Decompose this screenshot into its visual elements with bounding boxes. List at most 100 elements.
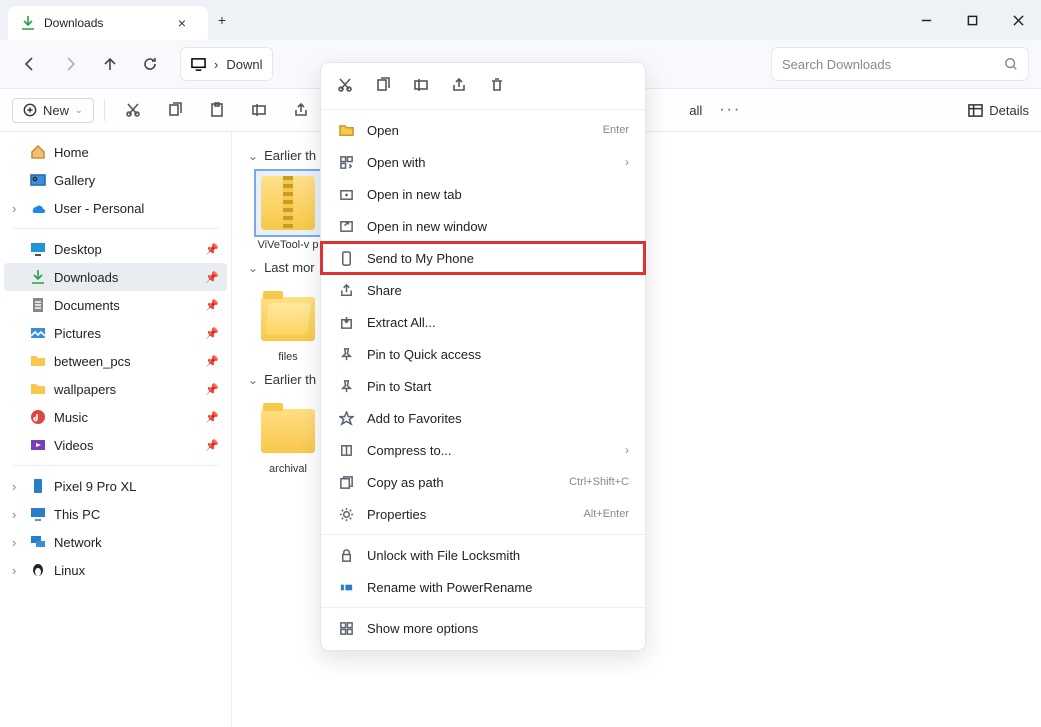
sidebar-label: Gallery bbox=[54, 173, 95, 188]
menu-item-show-more[interactable]: Show more options bbox=[321, 612, 645, 644]
select-all-text[interactable]: all bbox=[689, 103, 702, 118]
file-item-archival[interactable]: archival bbox=[248, 395, 328, 476]
new-tab-button[interactable]: + bbox=[208, 12, 236, 28]
address-bar[interactable]: › Downl bbox=[180, 47, 273, 81]
more-button[interactable]: ··· bbox=[712, 94, 748, 126]
cut-button[interactable] bbox=[115, 94, 151, 126]
menu-item-open[interactable]: Open Enter bbox=[321, 114, 645, 146]
pin-icon: 📌 bbox=[205, 243, 219, 256]
menu-item-new-window[interactable]: Open in new window bbox=[321, 210, 645, 242]
menu-item-copy-path[interactable]: Copy as path Ctrl+Shift+C bbox=[321, 466, 645, 498]
pin-icon: 📌 bbox=[205, 355, 219, 368]
sidebar-item-linux[interactable]: Linux bbox=[4, 556, 227, 584]
folder-icon bbox=[30, 353, 46, 369]
navigation-pane: Home Gallery User - Personal Desktop 📌 D… bbox=[0, 132, 232, 727]
details-icon bbox=[968, 103, 983, 118]
sidebar-label: Pixel 9 Pro XL bbox=[54, 479, 136, 494]
minimize-button[interactable] bbox=[903, 0, 949, 40]
pin-icon: 📌 bbox=[205, 439, 219, 452]
forward-button[interactable] bbox=[52, 46, 88, 82]
copy-button[interactable] bbox=[157, 94, 193, 126]
file-item-files[interactable]: files bbox=[248, 283, 328, 364]
sidebar-item-user[interactable]: User - Personal bbox=[4, 194, 227, 222]
menu-item-pin-quick[interactable]: Pin to Quick access bbox=[321, 338, 645, 370]
powerrename-icon bbox=[337, 578, 355, 596]
sidebar-item-gallery[interactable]: Gallery bbox=[4, 166, 227, 194]
tab-downloads[interactable]: Downloads × bbox=[8, 6, 208, 40]
tab-title: Downloads bbox=[44, 16, 160, 30]
search-placeholder: Search Downloads bbox=[782, 57, 891, 72]
menu-item-send-to-phone[interactable]: Send to My Phone bbox=[321, 242, 645, 274]
file-name: archival bbox=[248, 463, 328, 476]
download-icon bbox=[30, 269, 46, 285]
onedrive-icon bbox=[30, 200, 46, 216]
cut-icon[interactable] bbox=[335, 75, 355, 95]
menu-item-new-tab[interactable]: Open in new tab bbox=[321, 178, 645, 210]
up-button[interactable] bbox=[92, 46, 128, 82]
sidebar-item-network[interactable]: Network bbox=[4, 528, 227, 556]
context-menu: Open Enter Open with › Open in new tab O… bbox=[320, 62, 646, 651]
share-button[interactable] bbox=[283, 94, 319, 126]
folder-open-icon bbox=[337, 121, 355, 139]
sidebar-label: This PC bbox=[54, 507, 100, 522]
sidebar-item-downloads[interactable]: Downloads 📌 bbox=[4, 263, 227, 291]
menu-item-favorites[interactable]: Add to Favorites bbox=[321, 402, 645, 434]
sidebar-label: Downloads bbox=[54, 270, 118, 285]
sidebar-item-music[interactable]: Music 📌 bbox=[4, 403, 227, 431]
paste-button[interactable] bbox=[199, 94, 235, 126]
pin-icon bbox=[337, 345, 355, 363]
menu-item-powerrename[interactable]: Rename with PowerRename bbox=[321, 571, 645, 603]
menu-item-locksmith[interactable]: Unlock with File Locksmith bbox=[321, 539, 645, 571]
title-bar: Downloads × + bbox=[0, 0, 1041, 40]
sidebar-item-this-pc[interactable]: This PC bbox=[4, 500, 227, 528]
more-icon bbox=[337, 619, 355, 637]
sidebar-item-between-pcs[interactable]: between_pcs 📌 bbox=[4, 347, 227, 375]
close-button[interactable] bbox=[995, 0, 1041, 40]
delete-icon[interactable] bbox=[487, 75, 507, 95]
chevron-right-icon: › bbox=[625, 155, 629, 169]
search-icon bbox=[1004, 57, 1018, 71]
sidebar-label: Linux bbox=[54, 563, 85, 578]
pin-icon: 📌 bbox=[205, 327, 219, 340]
properties-icon bbox=[337, 505, 355, 523]
sidebar-item-pixel[interactable]: Pixel 9 Pro XL bbox=[4, 472, 227, 500]
back-button[interactable] bbox=[12, 46, 48, 82]
menu-item-extract[interactable]: Extract All... bbox=[321, 306, 645, 338]
sidebar-label: Videos bbox=[54, 438, 94, 453]
sidebar-label: wallpapers bbox=[54, 382, 116, 397]
sidebar-label: Home bbox=[54, 145, 89, 160]
chevron-right-icon: › bbox=[214, 57, 218, 72]
menu-item-share[interactable]: Share bbox=[321, 274, 645, 306]
menu-item-compress[interactable]: Compress to... › bbox=[321, 434, 645, 466]
phone-icon bbox=[30, 478, 46, 494]
download-icon bbox=[20, 15, 36, 31]
maximize-button[interactable] bbox=[949, 0, 995, 40]
rename-button[interactable] bbox=[241, 94, 277, 126]
home-icon bbox=[30, 144, 46, 160]
menu-item-open-with[interactable]: Open with › bbox=[321, 146, 645, 178]
sidebar-label: Desktop bbox=[54, 242, 102, 257]
sidebar-item-desktop[interactable]: Desktop 📌 bbox=[4, 235, 227, 263]
copy-icon[interactable] bbox=[373, 75, 393, 95]
close-tab-icon[interactable]: × bbox=[168, 15, 196, 31]
menu-item-properties[interactable]: Properties Alt+Enter bbox=[321, 498, 645, 530]
sidebar-item-home[interactable]: Home bbox=[4, 138, 227, 166]
sidebar-item-videos[interactable]: Videos 📌 bbox=[4, 431, 227, 459]
new-button[interactable]: New ⌄ bbox=[12, 98, 94, 123]
pin-icon: 📌 bbox=[205, 383, 219, 396]
sidebar-item-pictures[interactable]: Pictures 📌 bbox=[4, 319, 227, 347]
zip-thumbnail bbox=[256, 171, 320, 235]
rename-icon[interactable] bbox=[411, 75, 431, 95]
pin-icon: 📌 bbox=[205, 271, 219, 284]
file-item-vivetool[interactable]: ViVeTool-v p bbox=[248, 171, 328, 252]
menu-item-pin-start[interactable]: Pin to Start bbox=[321, 370, 645, 402]
sidebar-item-wallpapers[interactable]: wallpapers 📌 bbox=[4, 375, 227, 403]
refresh-button[interactable] bbox=[132, 46, 168, 82]
folder-thumbnail bbox=[256, 395, 320, 459]
search-input[interactable]: Search Downloads bbox=[771, 47, 1029, 81]
share-icon[interactable] bbox=[449, 75, 469, 95]
sidebar-label: Network bbox=[54, 535, 102, 550]
linux-icon bbox=[30, 562, 46, 578]
sidebar-item-documents[interactable]: Documents 📌 bbox=[4, 291, 227, 319]
details-view-button[interactable]: Details bbox=[968, 103, 1029, 118]
